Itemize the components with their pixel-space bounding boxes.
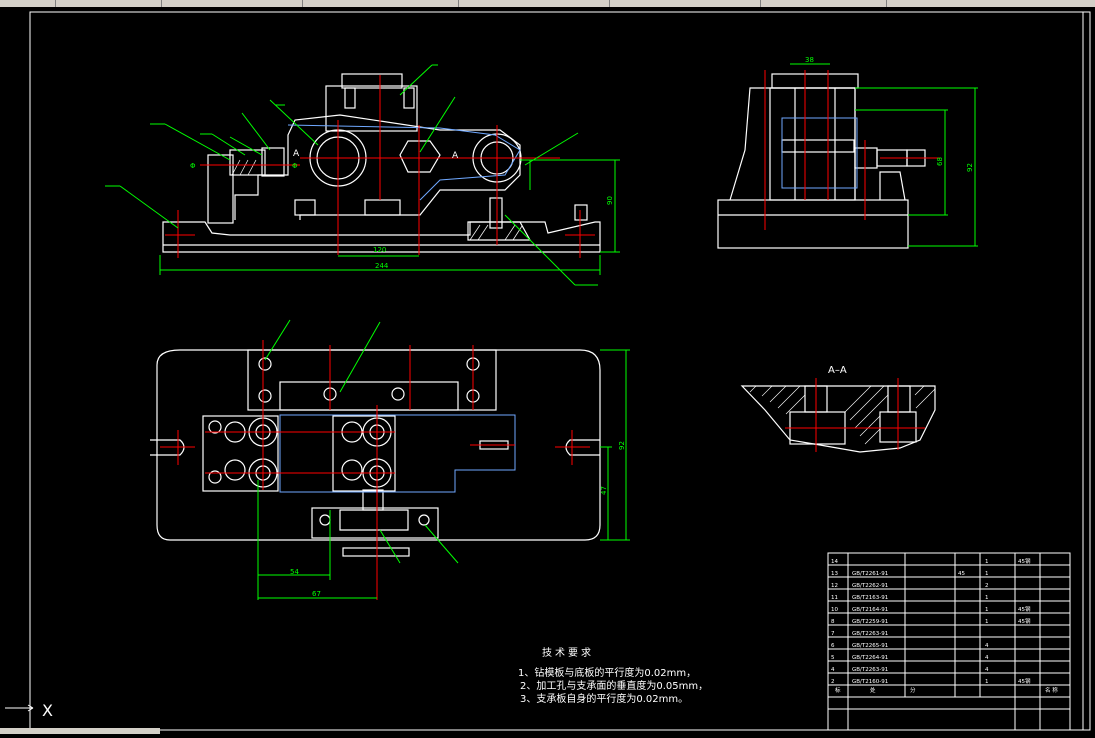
- section-marker-right: A: [452, 151, 459, 161]
- svg-text:处: 处: [870, 686, 876, 694]
- toolbar-segment[interactable]: [0, 0, 56, 7]
- svg-text:GB/T2263-91: GB/T2263-91: [852, 631, 888, 637]
- section-view-label: A–A: [828, 365, 847, 376]
- svg-text:GB/T2160-91: GB/T2160-91: [852, 679, 888, 685]
- svg-text:38: 38: [805, 56, 814, 64]
- svg-text:8: 8: [831, 619, 835, 625]
- drawing-canvas[interactable]: 120 244 90 Φ Φ A A 38 68 92 54 67 92 47 …: [0, 7, 1095, 734]
- svg-text:1: 1: [985, 679, 989, 685]
- title-block: [827, 552, 1071, 731]
- toolbar-strip: [0, 0, 1095, 7]
- svg-text:4: 4: [831, 667, 835, 673]
- svg-text:120: 120: [373, 246, 386, 254]
- notes-title: 技术要求: [542, 648, 594, 659]
- svg-text:5: 5: [831, 655, 835, 661]
- svg-text:45钢: 45钢: [1018, 677, 1031, 685]
- svg-text:67: 67: [312, 590, 321, 598]
- svg-text:4: 4: [985, 667, 989, 673]
- svg-text:标: 标: [835, 686, 841, 694]
- command-line-strip[interactable]: [0, 728, 160, 734]
- drawing-border: [29, 11, 1091, 731]
- svg-text:45钢: 45钢: [1018, 617, 1031, 625]
- svg-text:4: 4: [985, 655, 989, 661]
- note-line: 2、加工孔与支承面的垂直度为0.05mm，: [520, 681, 709, 692]
- svg-text:45钢: 45钢: [1018, 557, 1031, 565]
- front-view: [162, 73, 601, 253]
- svg-text:14: 14: [831, 559, 838, 565]
- toolbar-segment[interactable]: [303, 0, 459, 7]
- section-view-aa: [740, 385, 936, 453]
- svg-text:1: 1: [985, 595, 989, 601]
- svg-text:11: 11: [831, 595, 838, 601]
- svg-text:GB/T2264-91: GB/T2264-91: [852, 655, 888, 661]
- svg-text:45钢: 45钢: [1018, 605, 1031, 613]
- note-line: 1、钻模板与底板的平行度为0.02mm，: [518, 668, 697, 679]
- svg-text:GB/T2265-91: GB/T2265-91: [852, 643, 888, 649]
- toolbar-segment[interactable]: [610, 0, 761, 7]
- svg-text:7: 7: [831, 631, 835, 637]
- ucs-icon: [5, 704, 34, 712]
- svg-text:1: 1: [985, 571, 989, 577]
- svg-text:GB/T2261-91: GB/T2261-91: [852, 571, 888, 577]
- svg-text:92: 92: [966, 163, 974, 172]
- svg-text:GB/T2259-91: GB/T2259-91: [852, 619, 888, 625]
- svg-text:47: 47: [600, 486, 608, 495]
- svg-text:90: 90: [606, 196, 614, 205]
- svg-text:2: 2: [831, 679, 835, 685]
- svg-text:GB/T2262-91: GB/T2262-91: [852, 583, 888, 589]
- toolbar-segment[interactable]: [162, 0, 303, 7]
- svg-text:54: 54: [290, 568, 299, 576]
- cad-drawing: 120 244 90 Φ Φ A A 38 68 92 54 67 92 47 …: [5, 11, 1091, 731]
- svg-text:Φ: Φ: [190, 162, 196, 170]
- svg-text:GB/T2263-91: GB/T2263-91: [852, 667, 888, 673]
- note-line: 3、支承板自身的平行度为0.02mm。: [520, 694, 689, 705]
- svg-text:4: 4: [985, 643, 989, 649]
- svg-text:1: 1: [985, 619, 989, 625]
- svg-text:10: 10: [831, 607, 838, 613]
- svg-text:分: 分: [910, 686, 916, 694]
- svg-text:45: 45: [958, 571, 965, 577]
- svg-text:244: 244: [375, 262, 389, 270]
- toolbar-segment[interactable]: [761, 0, 887, 7]
- svg-text:12: 12: [831, 583, 838, 589]
- svg-text:GB/T2164-91: GB/T2164-91: [852, 607, 888, 613]
- svg-text:Φ: Φ: [292, 162, 298, 170]
- svg-text:13: 13: [831, 571, 838, 577]
- svg-text:6: 6: [831, 643, 835, 649]
- svg-text:1: 1: [985, 559, 989, 565]
- svg-text:名 称: 名 称: [1045, 686, 1058, 694]
- svg-text:1: 1: [985, 607, 989, 613]
- side-view: [717, 73, 926, 249]
- toolbar-segment[interactable]: [56, 0, 162, 7]
- top-view: [150, 349, 601, 557]
- svg-text:2: 2: [985, 583, 989, 589]
- svg-text:68: 68: [936, 157, 944, 166]
- ucs-x-label: X: [42, 701, 53, 720]
- svg-text:92: 92: [618, 441, 626, 450]
- toolbar-segment[interactable]: [459, 0, 610, 7]
- section-marker-left: A: [293, 149, 300, 159]
- svg-text:GB/T2163-91: GB/T2163-91: [852, 595, 888, 601]
